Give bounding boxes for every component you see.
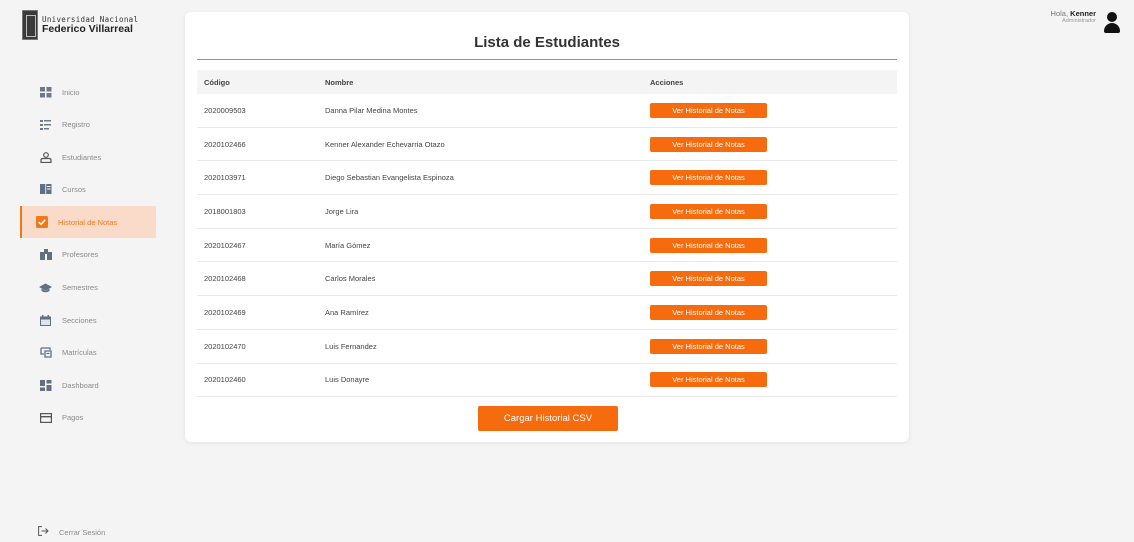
sidebar-nav: Inicio Registro Estudiantes Cursos Histo… bbox=[20, 76, 156, 435]
check-square-icon bbox=[35, 216, 48, 229]
logout-icon bbox=[38, 526, 49, 539]
column-header-nombre: Nombre bbox=[325, 77, 354, 87]
sidebar-item-label: Cursos bbox=[62, 185, 86, 195]
sidebar-item-label: Registro bbox=[62, 120, 90, 130]
sidebar-item-matriculas[interactable]: Matrículas bbox=[20, 337, 156, 369]
sidebar-item-pagos[interactable]: Pagos bbox=[20, 402, 156, 434]
cell-nombre: Carlos Morales bbox=[325, 274, 376, 284]
sidebar: Universidad Nacional Federico Villarreal… bbox=[0, 0, 165, 542]
sidebar-item-historial-de-notas[interactable]: Historial de Notas bbox=[20, 206, 156, 239]
view-history-button[interactable]: Ver Historial de Notas bbox=[650, 237, 767, 253]
sidebar-item-estudiantes[interactable]: Estudiantes bbox=[20, 141, 156, 173]
view-history-button[interactable]: Ver Historial de Notas bbox=[650, 170, 767, 186]
sidebar-item-secciones[interactable]: Secciones bbox=[20, 304, 156, 336]
logo-line1: Universidad Nacional bbox=[42, 14, 139, 24]
sidebar-item-dashboard[interactable]: Dashboard bbox=[20, 369, 156, 401]
cell-nombre: Kenner Alexander Echevarria Otazo bbox=[325, 139, 445, 149]
sidebar-item-label: Semestres bbox=[62, 283, 98, 293]
university-seal-icon bbox=[22, 10, 38, 40]
page-title: Lista de Estudiantes bbox=[474, 34, 620, 51]
user-role: Administrador bbox=[1062, 18, 1096, 25]
table-header: Código Nombre Acciones bbox=[197, 70, 897, 94]
sidebar-item-registro[interactable]: Registro bbox=[20, 109, 156, 141]
logout-label: Cerrar Sesión bbox=[59, 528, 106, 537]
greeting-text: Hola, bbox=[1050, 9, 1069, 18]
view-history-button[interactable]: Ver Historial de Notas bbox=[650, 338, 767, 354]
cell-nombre: Luis Donayre bbox=[325, 375, 370, 385]
view-history-button[interactable]: Ver Historial de Notas bbox=[650, 136, 767, 152]
cell-codigo: 2020102467 bbox=[204, 240, 246, 250]
cell-nombre: Jorge Lira bbox=[325, 206, 359, 216]
table-row: 2020102470 Luis Fernandez Ver Historial … bbox=[197, 330, 897, 364]
title-divider bbox=[197, 59, 897, 60]
grid-icon bbox=[39, 86, 52, 99]
cell-codigo: 2020102468 bbox=[204, 274, 246, 284]
cell-nombre: Danna Pilar Medina Montes bbox=[325, 105, 418, 115]
logo-line2: Federico Villarreal bbox=[42, 23, 133, 35]
cell-nombre: Diego Sebastian Evangelista Espinoza bbox=[325, 173, 454, 183]
dashboard-icon bbox=[39, 379, 52, 392]
upload-csv-button[interactable]: Cargar Historial CSV bbox=[478, 406, 618, 431]
logout-button[interactable]: Cerrar Sesión bbox=[38, 526, 105, 539]
sidebar-item-inicio[interactable]: Inicio bbox=[20, 76, 156, 108]
table-row: 2020102468 Carlos Morales Ver Historial … bbox=[197, 262, 897, 297]
view-history-button[interactable]: Ver Historial de Notas bbox=[650, 203, 767, 219]
column-header-codigo: Código bbox=[204, 77, 230, 87]
card-icon bbox=[39, 411, 52, 424]
teacher-icon bbox=[39, 248, 52, 261]
table-row: 2018001803 Jorge Lira Ver Historial de N… bbox=[197, 195, 897, 229]
user-greeting: Hola, Kenner bbox=[1050, 9, 1096, 18]
user-icon bbox=[39, 151, 52, 164]
view-history-button[interactable]: Ver Historial de Notas bbox=[650, 304, 767, 320]
sidebar-item-label: Estudiantes bbox=[62, 152, 102, 162]
book-icon bbox=[39, 183, 52, 196]
cell-nombre: Ana Ramírez bbox=[325, 307, 369, 317]
cell-codigo: 2020103971 bbox=[204, 173, 246, 183]
table-row: 2020102469 Ana Ramírez Ver Historial de … bbox=[197, 296, 897, 330]
sidebar-item-label: Historial de Notas bbox=[58, 217, 118, 227]
sidebar-item-profesores[interactable]: Profesores bbox=[20, 239, 156, 271]
sidebar-item-label: Inicio bbox=[62, 87, 80, 97]
calendar-icon bbox=[39, 314, 52, 327]
cell-codigo: 2020102470 bbox=[204, 341, 246, 351]
cell-nombre: Luis Fernandez bbox=[325, 341, 377, 351]
enroll-icon bbox=[39, 346, 52, 359]
sidebar-item-label: Dashboard bbox=[62, 380, 99, 390]
sidebar-item-cursos[interactable]: Cursos bbox=[20, 174, 156, 206]
view-history-button[interactable]: Ver Historial de Notas bbox=[650, 372, 767, 388]
graduation-cap-icon bbox=[39, 281, 52, 294]
user-name: Kenner bbox=[1070, 9, 1096, 18]
cell-codigo: 2018001803 bbox=[204, 206, 246, 216]
cell-codigo: 2020102466 bbox=[204, 139, 246, 149]
table-row: 2020102460 Luis Donayre Ver Historial de… bbox=[197, 364, 897, 398]
students-table: Código Nombre Acciones 2020009503 Danna … bbox=[197, 70, 897, 398]
sidebar-item-semestres[interactable]: Semestres bbox=[20, 272, 156, 304]
sidebar-item-label: Secciones bbox=[62, 315, 97, 325]
sidebar-item-label: Pagos bbox=[62, 413, 84, 423]
cell-codigo: 2020009503 bbox=[204, 105, 246, 115]
user-profile[interactable]: Hola, Kenner Administrador bbox=[1050, 9, 1120, 34]
view-history-button[interactable]: Ver Historial de Notas bbox=[650, 102, 767, 118]
table-row: 2020102467 María Gómez Ver Historial de … bbox=[197, 229, 897, 263]
cell-codigo: 2020102469 bbox=[204, 307, 246, 317]
cell-codigo: 2020102460 bbox=[204, 375, 246, 385]
view-history-button[interactable]: Ver Historial de Notas bbox=[650, 271, 767, 287]
university-logo[interactable]: Universidad Nacional Federico Villarreal bbox=[22, 10, 138, 40]
register-icon bbox=[39, 118, 52, 131]
table-row: 2020009503 Danna Pilar Medina Montes Ver… bbox=[197, 94, 897, 128]
avatar-icon[interactable] bbox=[1104, 10, 1120, 34]
table-row: 2020102466 Kenner Alexander Echevarria O… bbox=[197, 128, 897, 162]
sidebar-item-label: Profesores bbox=[62, 250, 99, 260]
column-header-acciones: Acciones bbox=[650, 77, 684, 87]
student-list-card: Lista de Estudiantes Código Nombre Accio… bbox=[185, 12, 909, 442]
sidebar-item-label: Matrículas bbox=[62, 348, 97, 358]
cell-nombre: María Gómez bbox=[325, 240, 371, 250]
table-row: 2020103971 Diego Sebastian Evangelista E… bbox=[197, 161, 897, 196]
